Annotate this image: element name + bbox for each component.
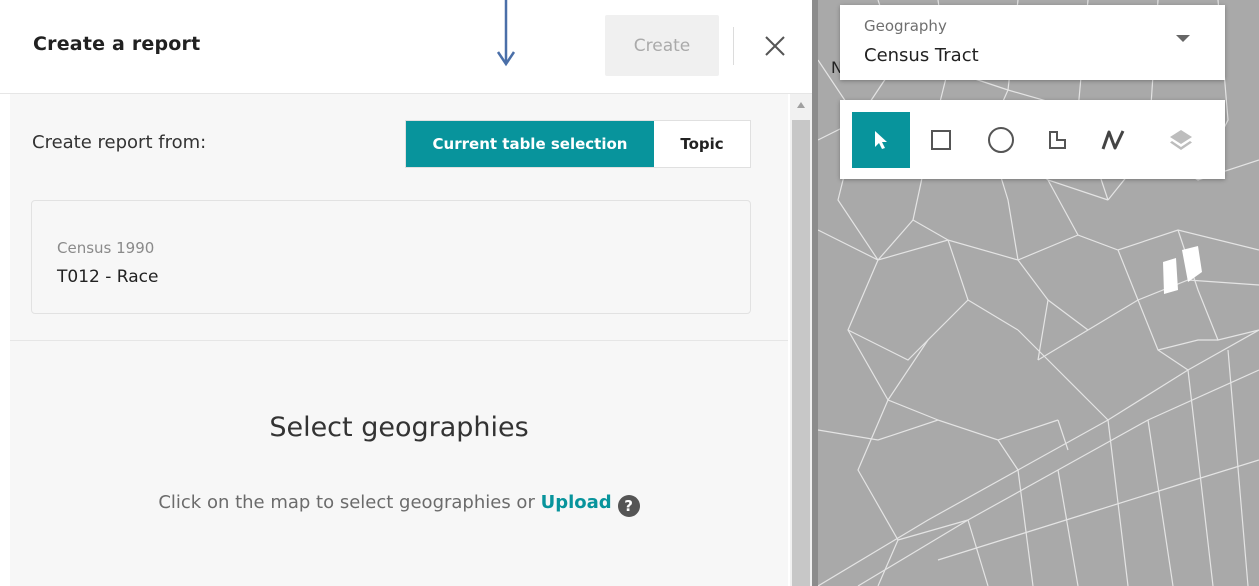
- line-select-tool[interactable]: [1084, 112, 1142, 168]
- report-source-label: Create report from:: [32, 132, 207, 153]
- panel-scrollbar[interactable]: [790, 94, 812, 586]
- geography-dropdown[interactable]: Geography Census Tract: [840, 5, 1225, 80]
- panel-body: Create report from: Current table select…: [10, 94, 788, 586]
- dataset-name: Census 1990: [57, 239, 155, 257]
- select-geographies-hint: Click on the map to select geographies o…: [10, 492, 788, 517]
- hint-text: Click on the map to select geographies o…: [158, 492, 541, 513]
- rectangle-select-icon: [931, 130, 951, 150]
- header-divider: [733, 27, 734, 65]
- help-icon[interactable]: ?: [617, 495, 640, 517]
- scroll-up-arrow[interactable]: [790, 94, 812, 116]
- pointer-select-tool[interactable]: [852, 112, 910, 168]
- rectangle-select-tool[interactable]: [912, 112, 970, 168]
- close-icon: [765, 36, 785, 56]
- report-source-toggle: Current table selection Topic: [405, 120, 751, 168]
- create-report-panel: Create a report Create Create report fro…: [0, 0, 818, 586]
- chevron-down-icon: [1176, 35, 1190, 42]
- select-geographies-title: Select geographies: [269, 412, 529, 443]
- polygon-select-icon: [1049, 131, 1066, 149]
- layers-tool[interactable]: [1152, 112, 1210, 168]
- polygon-select-tool[interactable]: [1028, 112, 1086, 168]
- annotation-arrow-icon: [496, 0, 516, 67]
- pointer-select-icon: [875, 131, 887, 149]
- section-divider: [10, 340, 788, 341]
- panel-title: Create a report: [33, 33, 201, 55]
- close-button[interactable]: [757, 28, 793, 64]
- create-button[interactable]: Create: [605, 15, 719, 76]
- line-select-icon: [1101, 130, 1125, 150]
- circle-select-icon: [988, 127, 1014, 153]
- map-selection-toolbar: [840, 100, 1225, 179]
- scroll-thumb[interactable]: [792, 120, 810, 586]
- layers-icon: [1170, 130, 1192, 150]
- caret-up-icon: [797, 102, 805, 108]
- geography-value: Census Tract: [864, 45, 979, 66]
- map-canvas[interactable]: [818, 0, 1259, 586]
- geography-label: Geography: [864, 17, 947, 35]
- current-table-selection-button[interactable]: Current table selection: [406, 121, 654, 167]
- upload-link[interactable]: Upload: [541, 492, 612, 513]
- census-tract-boundaries: [818, 0, 1259, 586]
- topic-button[interactable]: Topic: [654, 121, 750, 167]
- table-selection-card: Census 1990 T012 - Race: [31, 200, 751, 314]
- circle-select-tool[interactable]: [972, 112, 1030, 168]
- panel-header: Create a report Create: [0, 0, 818, 94]
- table-name: T012 - Race: [57, 267, 159, 287]
